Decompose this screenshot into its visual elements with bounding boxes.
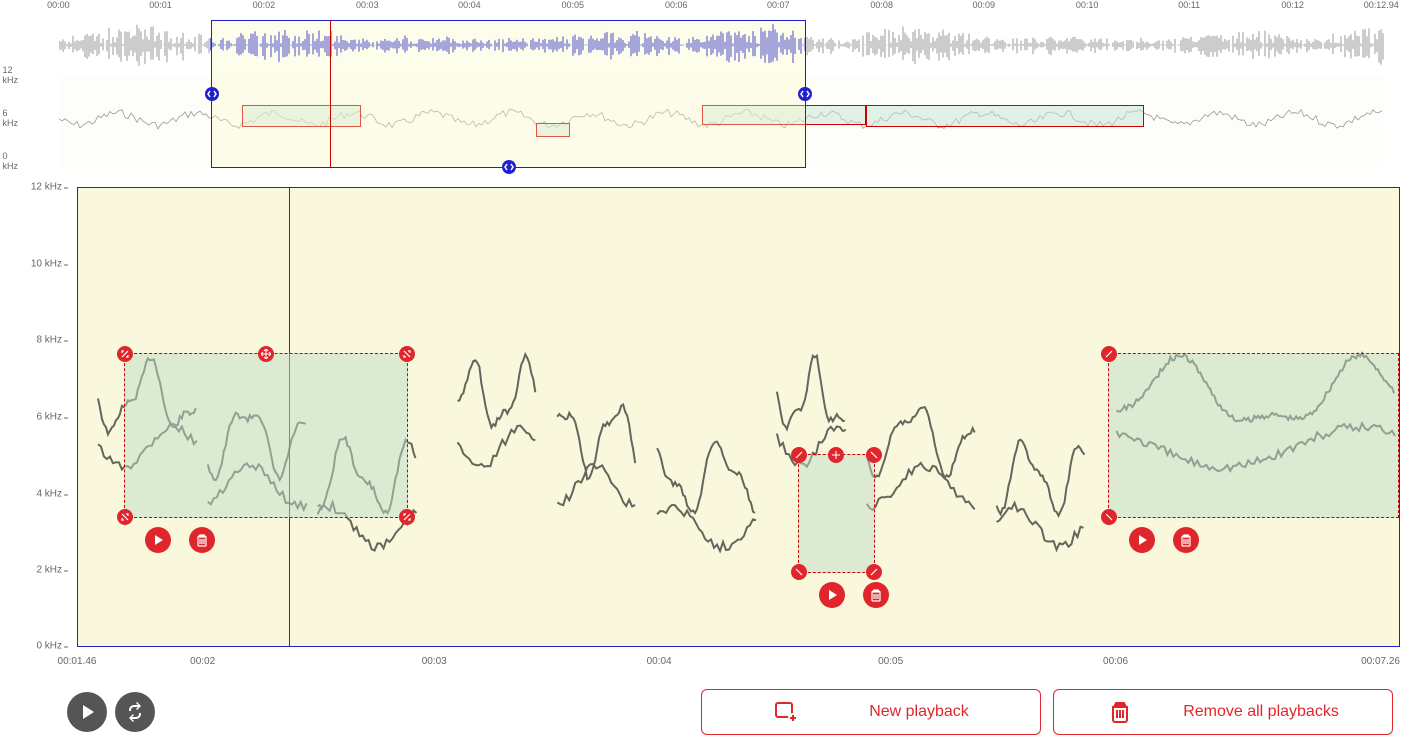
loop-button[interactable] bbox=[115, 692, 155, 732]
time-tick: 00:06 bbox=[665, 0, 688, 10]
time-tick: 00:02 bbox=[190, 656, 215, 667]
time-tick: 00:02 bbox=[253, 0, 276, 10]
play-selection-button[interactable] bbox=[145, 527, 171, 553]
move-handle[interactable] bbox=[258, 346, 274, 362]
move-handle[interactable] bbox=[828, 447, 844, 463]
delete-selection-button[interactable] bbox=[1173, 527, 1199, 553]
time-tick: 00:07 bbox=[767, 0, 790, 10]
delete-selection-button[interactable] bbox=[863, 582, 889, 608]
freq-tick: 10 kHz bbox=[31, 259, 62, 270]
time-tick: 00:10 bbox=[1076, 0, 1099, 10]
loop-icon bbox=[125, 702, 145, 722]
freq-tick: 12 kHz bbox=[31, 182, 62, 193]
play-button[interactable] bbox=[67, 692, 107, 732]
resize-handle-br[interactable] bbox=[399, 509, 415, 525]
new-playback-button[interactable]: New playback bbox=[701, 689, 1041, 735]
time-tick: 00:07.26 bbox=[1361, 656, 1400, 667]
overview-selection-box bbox=[242, 105, 361, 127]
bottom-toolbar: New playback Remove all playbacks bbox=[67, 689, 1393, 735]
overview-selection-box bbox=[702, 105, 866, 125]
time-tick: 00:11 bbox=[1178, 0, 1200, 10]
time-tick: 00:05 bbox=[562, 0, 585, 10]
time-tick: 00:09 bbox=[972, 0, 995, 10]
resize-handle-tl[interactable] bbox=[117, 346, 133, 362]
resize-handle-tl[interactable] bbox=[791, 447, 807, 463]
play-selection-button[interactable] bbox=[819, 582, 845, 608]
time-tick: 00:06 bbox=[1103, 656, 1128, 667]
time-tick: 00:03 bbox=[422, 656, 447, 667]
overview-panel: 00:00 00:01 00:02 00:03 00:04 00:05 00:0… bbox=[0, 0, 1418, 180]
freq-tick: 4 kHz bbox=[36, 489, 62, 500]
resize-handle-br[interactable] bbox=[866, 564, 882, 580]
main-spectrogram[interactable] bbox=[77, 187, 1400, 647]
freq-tick: 6 kHz bbox=[36, 412, 62, 423]
resize-handle-tl[interactable] bbox=[1101, 346, 1117, 362]
time-tick: 00:12.94 bbox=[1364, 0, 1399, 10]
play-icon bbox=[77, 702, 97, 722]
button-label: New playback bbox=[869, 703, 969, 721]
playback-selection[interactable] bbox=[798, 454, 875, 573]
time-tick: 00:01 bbox=[149, 0, 172, 10]
time-tick: 00:01.46 bbox=[58, 656, 97, 667]
playback-selection[interactable] bbox=[1108, 353, 1399, 518]
time-tick: 00:00 bbox=[47, 0, 70, 10]
resize-handle-bl[interactable] bbox=[791, 564, 807, 580]
remove-all-playbacks-button[interactable]: Remove all playbacks bbox=[1053, 689, 1393, 735]
overview-spectrogram[interactable] bbox=[59, 75, 1384, 167]
freq-tick: 12 kHz bbox=[3, 65, 19, 85]
play-selection-button[interactable] bbox=[1129, 527, 1155, 553]
overview-selection-box bbox=[536, 123, 570, 137]
time-tick: 00:04 bbox=[647, 656, 672, 667]
freq-tick: 0 kHz bbox=[36, 641, 62, 652]
button-label: Remove all playbacks bbox=[1183, 703, 1339, 721]
add-rect-icon bbox=[773, 699, 799, 725]
main-panel: 12 kHz 10 kHz 8 kHz 6 kHz 4 kHz 2 kHz 0 … bbox=[18, 187, 1400, 652]
freq-tick: 2 kHz bbox=[36, 565, 62, 576]
delete-selection-button[interactable] bbox=[189, 527, 215, 553]
waveform-overview[interactable] bbox=[59, 20, 1384, 70]
overview-selection-box bbox=[866, 105, 1144, 127]
timeline-top: 00:00 00:01 00:02 00:03 00:04 00:05 00:0… bbox=[45, 0, 1388, 12]
freq-tick: 0 kHz bbox=[3, 151, 19, 171]
freq-tick: 6 kHz bbox=[3, 108, 19, 128]
overview-playhead bbox=[330, 20, 331, 167]
time-tick: 00:12 bbox=[1281, 0, 1304, 10]
trash-icon bbox=[1107, 699, 1133, 725]
time-tick: 00:08 bbox=[870, 0, 893, 10]
time-tick: 00:05 bbox=[878, 656, 903, 667]
resize-handle-tr[interactable] bbox=[866, 447, 882, 463]
resize-handle-bl[interactable] bbox=[117, 509, 133, 525]
time-tick: 00:04 bbox=[458, 0, 481, 10]
time-tick: 00:03 bbox=[356, 0, 379, 10]
freq-axis-main: 12 kHz 10 kHz 8 kHz 6 kHz 4 kHz 2 kHz 0 … bbox=[18, 187, 68, 647]
playback-selection[interactable] bbox=[124, 353, 408, 518]
resize-handle-tr[interactable] bbox=[399, 346, 415, 362]
freq-tick: 8 kHz bbox=[36, 335, 62, 346]
